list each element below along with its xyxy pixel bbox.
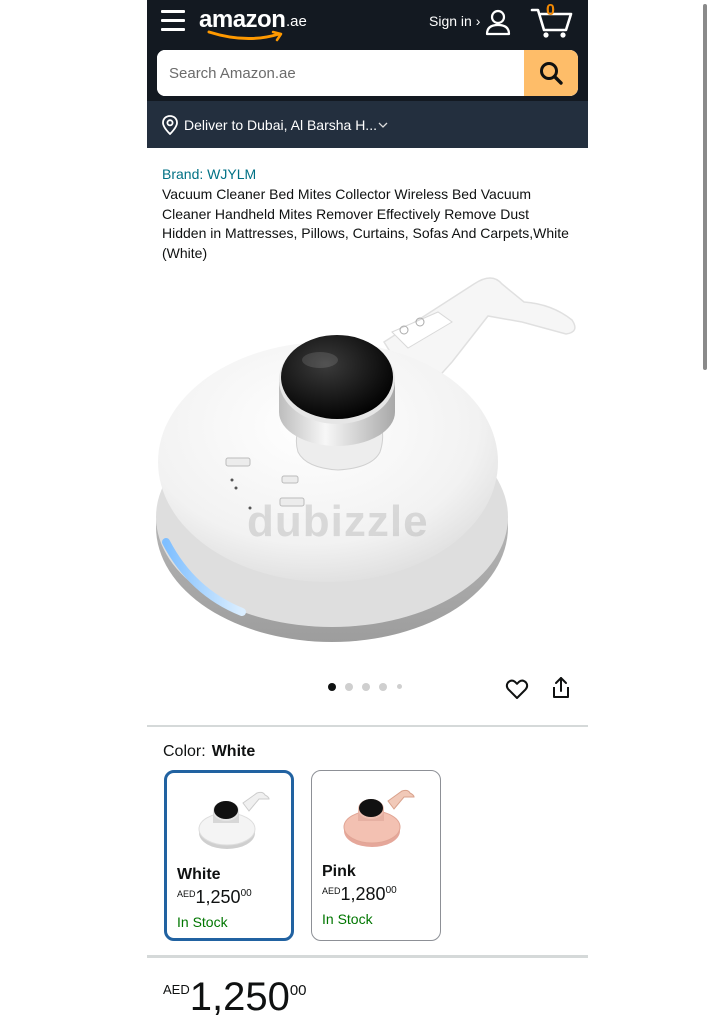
search-bar	[157, 50, 578, 96]
deliver-to-bar[interactable]: Deliver to Dubai, Al Barsha H...	[147, 101, 588, 148]
hamburger-menu-icon[interactable]	[161, 10, 185, 32]
carousel-dot[interactable]	[379, 683, 387, 691]
color-label-text: Color:	[163, 743, 206, 760]
search-button[interactable]	[524, 50, 578, 96]
search-input[interactable]	[157, 50, 525, 96]
logo-tld: .ae	[286, 13, 307, 30]
price-whole: 1,250	[189, 975, 290, 1019]
header-top-bar: amazon .ae Sign in › 0	[147, 0, 588, 44]
swatch-price-whole: 1,250	[195, 887, 241, 907]
swatch-thumbnail-white	[198, 791, 270, 849]
swatch-price-whole: 1,280	[340, 884, 386, 904]
header: amazon .ae Sign in › 0 Search Amazon.ae …	[147, 0, 588, 148]
image-watermark: dubizzle	[247, 497, 429, 546]
swatch-price-fraction: 00	[385, 885, 397, 896]
color-swatch-pink[interactable]: Pink AED1,28000 In Stock	[311, 770, 441, 941]
product-image[interactable]	[152, 262, 584, 652]
divider	[147, 725, 588, 727]
main-price: AED1,25000	[163, 975, 307, 1019]
logo-smile-icon	[207, 30, 283, 42]
color-label: Color: White	[163, 743, 255, 761]
swatch-price: AED1,28000	[322, 884, 397, 905]
product-page: amazon .ae Sign in › 0 Search Amazon.ae …	[147, 0, 588, 1024]
color-selected-value: White	[211, 743, 256, 760]
price-currency: AED	[163, 982, 190, 997]
swatch-stock-status: In Stock	[322, 911, 373, 927]
carousel-dot[interactable]	[328, 683, 336, 691]
swatch-name: Pink	[322, 863, 356, 880]
swatch-price: AED1,25000	[177, 887, 252, 908]
chevron-down-icon	[378, 122, 388, 128]
brand-link[interactable]: Brand: WJYLM	[162, 166, 256, 182]
swatch-stock-status: In Stock	[177, 914, 228, 930]
scrollbar-thumb[interactable]	[703, 4, 707, 370]
carousel-dot[interactable]	[362, 683, 370, 691]
carousel-dot[interactable]	[345, 683, 353, 691]
search-icon	[540, 62, 563, 85]
swatch-price-currency: AED	[322, 886, 341, 896]
color-swatch-white[interactable]: White AED1,25000 In Stock	[164, 770, 294, 941]
swatch-price-currency: AED	[177, 889, 196, 899]
share-icon[interactable]	[550, 676, 572, 700]
user-icon[interactable]	[484, 8, 512, 36]
sign-in-link[interactable]: Sign in ›	[429, 13, 480, 29]
divider	[147, 955, 588, 958]
cart-count: 0	[546, 2, 555, 19]
heart-icon[interactable]	[505, 677, 529, 701]
location-pin-icon	[162, 115, 178, 135]
price-fraction: 00	[289, 982, 307, 999]
deliver-to-text: Deliver to Dubai, Al Barsha H...	[184, 117, 377, 133]
swatch-thumbnail-pink	[343, 789, 415, 847]
carousel-dot[interactable]	[397, 684, 402, 689]
swatch-name: White	[177, 866, 221, 883]
product-title: Vacuum Cleaner Bed Mites Collector Wirel…	[162, 186, 569, 261]
swatch-price-fraction: 00	[240, 888, 252, 899]
